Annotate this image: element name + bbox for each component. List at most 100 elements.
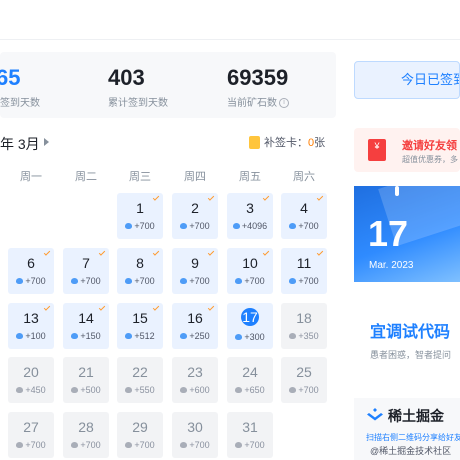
patch-card-info[interactable]: 补签卡：0张 xyxy=(249,134,325,150)
ore-icon xyxy=(289,386,297,393)
stat-ore-count: 69359 当前矿石数 i xyxy=(227,66,289,109)
calendar-day[interactable]: 30 +700 xyxy=(172,412,218,458)
calendar-day[interactable]: 31 +700 xyxy=(227,412,273,458)
top-bar xyxy=(0,0,460,40)
ore-icon xyxy=(180,441,188,448)
day-reward-row: +450 xyxy=(8,384,54,396)
weekday-label: 周一 xyxy=(20,171,42,183)
day-reward: +700 xyxy=(134,440,155,450)
day-reward: +500 xyxy=(80,385,101,395)
day-reward: +600 xyxy=(189,385,210,395)
calendar-day[interactable]: 29 +700 xyxy=(117,412,163,458)
ore-icon xyxy=(235,277,243,284)
fortune-subtitle: 愚者困惑，智者提问 xyxy=(370,350,452,360)
day-number: 17 xyxy=(241,308,259,326)
ore-icon xyxy=(232,222,240,229)
ore-icon xyxy=(180,332,188,339)
calendar-day[interactable]: 17 +300 xyxy=(227,303,273,349)
invite-banner[interactable]: ¥ 邀请好友领 超值优惠券，多 xyxy=(354,128,460,172)
day-number: 14 xyxy=(78,310,94,326)
ore-icon xyxy=(235,386,243,393)
calendar-day[interactable]: 25 +700 xyxy=(281,357,327,403)
day-reward: +250 xyxy=(189,331,210,341)
day-reward: +700 xyxy=(134,276,155,286)
day-reward: +700 xyxy=(189,221,210,231)
calendar-day[interactable]: 16 +250 xyxy=(172,303,218,349)
calendar-day[interactable]: 23 +600 xyxy=(172,357,218,403)
stat-consecutive-days: 65 续签到天数 xyxy=(0,65,40,110)
stat-total-days: 403 累计签到天数 xyxy=(108,66,168,110)
day-number: 20 xyxy=(23,364,39,380)
day-reward-row: +700 xyxy=(227,439,273,451)
ore-icon xyxy=(125,386,133,393)
day-number: 1 xyxy=(136,200,144,216)
date-card: 17 Mar. 2023 xyxy=(354,186,460,282)
day-number: 3 xyxy=(246,200,254,216)
calendar-day[interactable]: 14 +150 xyxy=(63,303,109,349)
next-month-arrow-icon[interactable] xyxy=(44,138,49,146)
calendar-day[interactable]: 28 +700 xyxy=(63,412,109,458)
invite-subtitle: 超值优惠券，多 xyxy=(402,155,458,164)
signed-in-button[interactable]: 今日已签到 xyxy=(354,61,460,99)
calendar-day[interactable]: 22 +550 xyxy=(117,357,163,403)
day-number: 2 xyxy=(191,200,199,216)
calendar-day[interactable]: 6 +700 xyxy=(8,248,54,294)
calendar-day[interactable]: 1 +700 xyxy=(117,193,163,239)
calendar-day[interactable]: 13 +100 xyxy=(8,303,54,349)
day-reward: +700 xyxy=(25,276,46,286)
big-month-label: Mar. 2023 xyxy=(369,260,414,271)
calendar-day[interactable]: 4 +700 xyxy=(281,193,327,239)
stat-label-row: 当前矿石数 i xyxy=(227,94,289,109)
ore-icon xyxy=(71,332,79,339)
calendar-day[interactable]: 24 +650 xyxy=(227,357,273,403)
day-reward-row: +700 xyxy=(172,220,218,232)
day-reward: +350 xyxy=(298,331,319,341)
stat-label: 当前矿石数 xyxy=(227,98,277,109)
day-reward-row: +300 xyxy=(227,331,273,343)
date-card-pin-icon xyxy=(395,186,399,196)
day-reward-row: +100 xyxy=(8,330,54,342)
patch-card-label: 补签卡： xyxy=(264,137,308,149)
month-label: 年 3月 xyxy=(0,136,40,152)
day-reward: +550 xyxy=(134,385,155,395)
day-number: 30 xyxy=(187,419,203,435)
day-reward: +300 xyxy=(244,332,265,342)
ore-icon xyxy=(180,222,188,229)
calendar-day[interactable]: 15 +512 xyxy=(117,303,163,349)
day-number: 8 xyxy=(136,255,144,271)
calendar-day[interactable]: 21 +500 xyxy=(63,357,109,403)
info-icon[interactable]: i xyxy=(279,98,289,109)
calendar-day[interactable]: 2 +700 xyxy=(172,193,218,239)
ore-icon xyxy=(180,277,188,284)
day-reward-row: +550 xyxy=(117,384,163,396)
calendar-day[interactable]: 8 +700 xyxy=(117,248,163,294)
day-number: 23 xyxy=(187,364,203,380)
calendar-day[interactable]: 3 +4096 xyxy=(227,193,273,239)
ore-icon xyxy=(125,332,133,339)
day-reward-row: +700 xyxy=(8,275,54,287)
stat-value: 69359 xyxy=(227,65,289,90)
calendar-day[interactable]: 10 +700 xyxy=(227,248,273,294)
calendar-day[interactable]: 18 +350 xyxy=(281,303,327,349)
day-number: 11 xyxy=(296,255,312,271)
day-reward-row: +700 xyxy=(117,275,163,287)
calendar-day[interactable]: 7 +700 xyxy=(63,248,109,294)
patch-card-unit: 张 xyxy=(314,137,326,149)
day-reward: +4096 xyxy=(241,221,268,231)
day-number: 10 xyxy=(242,255,258,271)
day-number: 13 xyxy=(23,310,39,326)
calendar-day[interactable]: 20 +450 xyxy=(8,357,54,403)
day-number: 25 xyxy=(296,364,312,380)
weekday-label: 周五 xyxy=(239,171,261,183)
stat-value: 65 xyxy=(0,65,21,90)
ore-icon xyxy=(16,386,24,393)
ore-icon xyxy=(289,222,297,229)
calendar-day[interactable]: 9 +700 xyxy=(172,248,218,294)
calendar-day[interactable]: 11 +700 xyxy=(281,248,327,294)
ore-icon xyxy=(125,222,133,229)
stats-panel: 65 续签到天数 403 累计签到天数 69359 当前矿石数i xyxy=(0,52,336,118)
ore-icon xyxy=(289,332,297,339)
day-reward-row: +700 xyxy=(117,220,163,232)
calendar-day[interactable]: 27 +700 xyxy=(8,412,54,458)
day-reward: +700 xyxy=(298,221,319,231)
